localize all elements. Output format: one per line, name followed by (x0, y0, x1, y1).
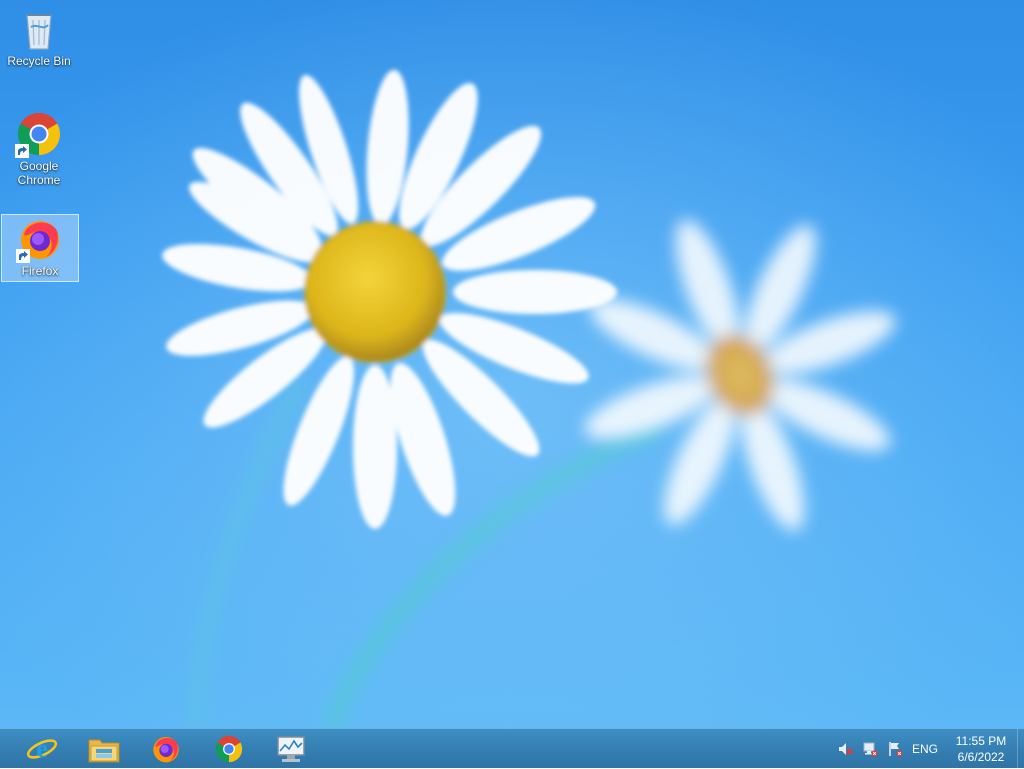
chrome-icon (215, 735, 243, 763)
taskbar-button-google-chrome[interactable] (202, 730, 256, 768)
taskbar-button-firefox[interactable] (139, 730, 193, 768)
taskbar-button-file-explorer[interactable] (77, 730, 131, 768)
shortcut-arrow-icon (15, 144, 29, 158)
clock-date: 6/6/2022 (957, 750, 1005, 764)
chrome-icon (15, 110, 63, 158)
network-disconnected-icon[interactable] (862, 741, 878, 757)
taskbar[interactable]: e ENG 11:55 PM 6/6/2022 (0, 728, 1024, 769)
desktop-icon-label: Recycle Bin (7, 54, 71, 68)
desktop-icon-google-chrome[interactable]: Google Chrome (1, 110, 77, 194)
taskbar-button-internet-explorer[interactable]: e (15, 730, 69, 768)
shortcut-arrow-icon (16, 249, 30, 263)
desktop[interactable]: Recycle Bin Google Chrome Firefox (0, 0, 1024, 728)
input-language-indicator[interactable]: ENG (912, 741, 938, 757)
taskbar-button-performance-monitor[interactable] (264, 730, 318, 768)
firefox-icon (153, 737, 179, 763)
action-center-flag-icon[interactable] (887, 741, 903, 757)
desktop-wallpaper (0, 0, 1024, 728)
desktop-icon-firefox[interactable]: Firefox (1, 214, 79, 282)
svg-text:e: e (36, 734, 48, 763)
desktop-icon-label: Firefox (21, 264, 59, 278)
volume-muted-icon[interactable] (837, 741, 853, 757)
show-desktop-button[interactable] (1017, 729, 1024, 769)
clock-time: 11:55 PM (955, 734, 1007, 748)
desktop-icon-recycle-bin[interactable]: Recycle Bin (1, 5, 77, 75)
taskbar-clock[interactable]: 11:55 PM 6/6/2022 (950, 733, 1012, 765)
firefox-icon (16, 215, 64, 263)
file-explorer-icon (88, 739, 120, 763)
desktop-icon-label: Google Chrome (17, 159, 61, 187)
monitor-icon (277, 736, 305, 762)
internet-explorer-icon: e (26, 734, 58, 763)
recycle-bin-icon (15, 5, 63, 53)
